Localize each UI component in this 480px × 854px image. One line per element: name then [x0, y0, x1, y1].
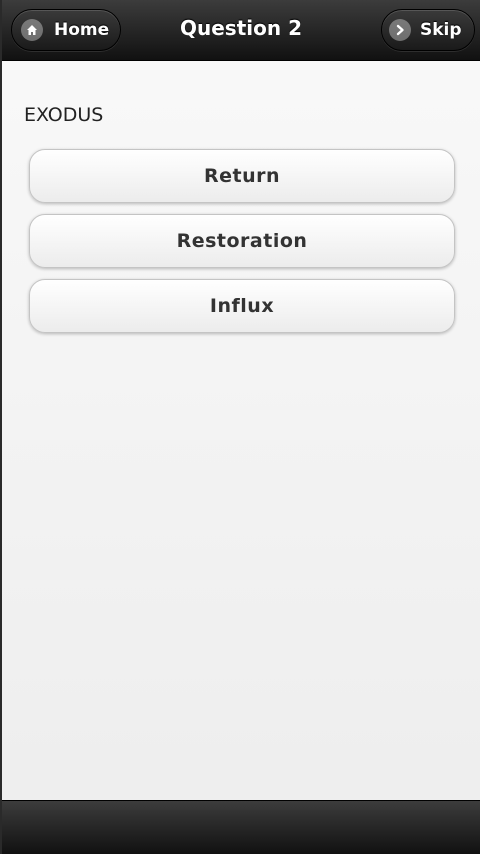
- answer-button-restoration[interactable]: Restoration: [29, 214, 455, 268]
- skip-button-label: Skip: [420, 20, 462, 40]
- answer-button-return[interactable]: Return: [29, 149, 455, 203]
- chevron-right-icon: [389, 19, 411, 41]
- skip-button[interactable]: Skip: [381, 9, 475, 51]
- answer-list: Return Restoration Influx: [29, 149, 455, 344]
- answer-button-influx[interactable]: Influx: [29, 279, 455, 333]
- footer-bar: [2, 800, 480, 854]
- app-screen: Home Question 2 Skip EXODUS Return Resto…: [0, 0, 480, 854]
- header-bar: Home Question 2 Skip: [2, 0, 480, 61]
- question-word: EXODUS: [24, 104, 104, 126]
